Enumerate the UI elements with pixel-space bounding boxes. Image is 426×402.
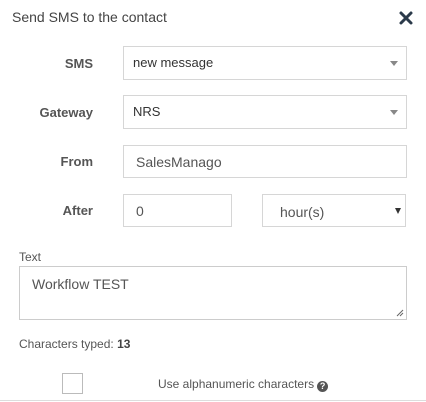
dialog-header: Send SMS to the contact — [0, 0, 426, 36]
gateway-select-value: NRS — [133, 104, 161, 119]
from-field-value: SalesManago — [136, 154, 222, 170]
text-textarea[interactable]: Workflow TEST — [19, 266, 407, 320]
chevron-down-icon — [390, 61, 398, 66]
alphanumeric-label: Use alphanumeric characters — [158, 377, 315, 391]
alphanumeric-option: Use alphanumeric characters? — [158, 377, 329, 392]
resize-grip-icon[interactable] — [396, 309, 404, 317]
after-value-field[interactable]: 0 — [123, 194, 232, 227]
after-label: After — [62, 203, 93, 218]
dialog-title: Send SMS to the contact — [12, 9, 167, 25]
sms-label: SMS — [64, 56, 93, 71]
gateway-label: Gateway — [39, 105, 93, 120]
after-unit-select[interactable]: hour(s) — [262, 194, 406, 227]
after-unit-value: hour(s) — [280, 204, 325, 220]
gateway-select[interactable]: NRS — [123, 95, 407, 129]
close-icon[interactable] — [398, 8, 414, 26]
characters-typed: Characters typed: 13 — [19, 337, 130, 351]
characters-typed-label: Characters typed: — [19, 337, 114, 351]
from-field[interactable]: SalesManago — [123, 145, 407, 178]
chevron-down-icon — [395, 208, 401, 214]
send-sms-dialog: Send SMS to the contact SMS new message … — [0, 0, 426, 402]
text-label: Text — [19, 250, 42, 264]
sms-select-value: new message — [133, 55, 214, 70]
from-label: From — [60, 154, 94, 169]
question-circle-icon[interactable]: ? — [317, 381, 329, 392]
chevron-down-icon — [390, 110, 398, 115]
sms-select[interactable]: new message — [123, 46, 407, 80]
characters-typed-count: 13 — [117, 337, 131, 351]
after-value: 0 — [136, 203, 144, 219]
text-textarea-value: Workflow TEST — [32, 276, 129, 292]
divider — [0, 400, 426, 401]
alphanumeric-checkbox[interactable] — [62, 373, 83, 394]
